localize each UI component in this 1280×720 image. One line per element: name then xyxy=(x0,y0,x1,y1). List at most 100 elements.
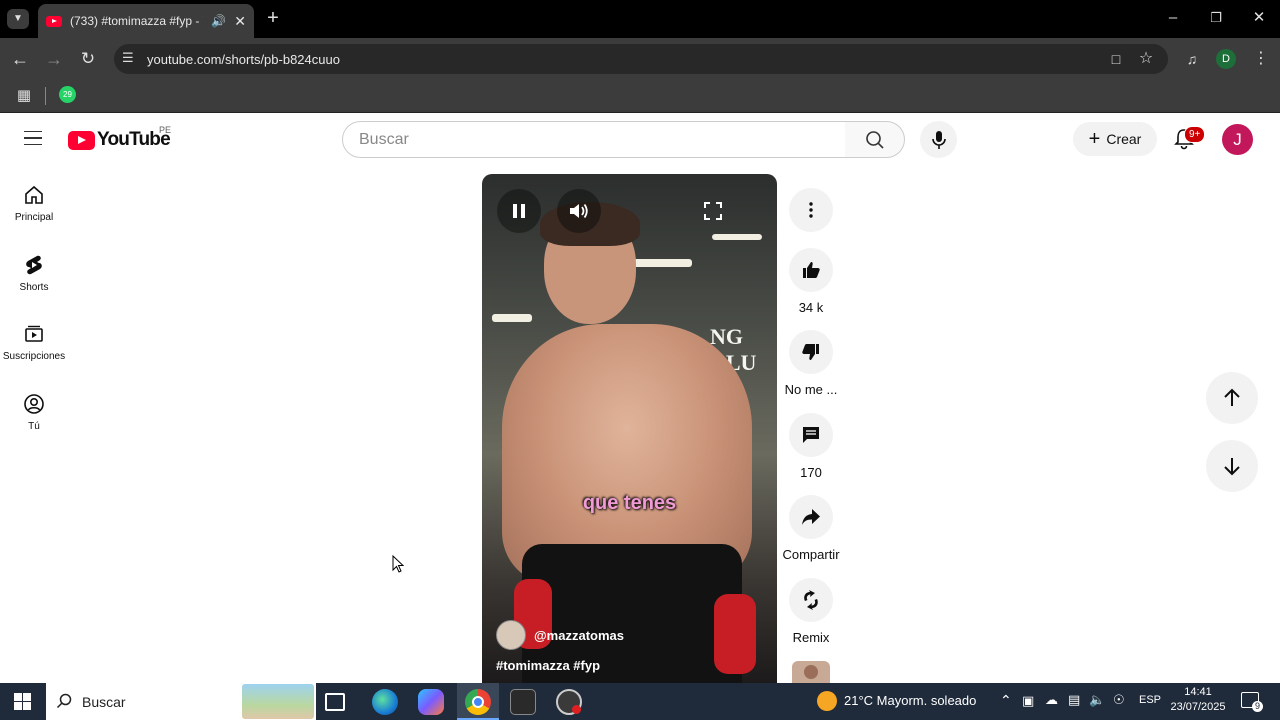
remix-action[interactable]: Remix xyxy=(781,578,841,645)
minimize-icon[interactable]: – xyxy=(1162,8,1184,28)
fullscreen-button[interactable] xyxy=(691,189,735,233)
sidebar-item-you[interactable]: Tú xyxy=(0,393,68,455)
youtube-favicon-icon xyxy=(46,15,62,27)
more-vertical-icon xyxy=(809,202,813,218)
mouse-cursor-icon xyxy=(392,555,404,573)
comments-action[interactable]: 170 xyxy=(781,413,841,480)
home-icon xyxy=(25,185,43,204)
shorts-video-player[interactable]: NG CLU que tenes @mazzatomas #tomimazza … xyxy=(482,174,777,684)
site-info-icon[interactable]: ☰ xyxy=(122,50,134,66)
share-icon xyxy=(802,509,820,525)
microphone-icon xyxy=(931,130,946,149)
location-icon[interactable]: ☉ xyxy=(1113,692,1125,708)
like-action[interactable]: 34 k xyxy=(781,248,841,315)
copilot-icon[interactable] xyxy=(418,689,444,715)
remix-button[interactable] xyxy=(789,578,833,622)
tray-chevron-icon[interactable]: ⌃ xyxy=(1000,692,1012,709)
sidebar-item-subscriptions[interactable]: Suscripciones xyxy=(0,323,68,385)
like-count: 34 k xyxy=(798,300,824,315)
weather-icon xyxy=(817,691,837,711)
remix-icon xyxy=(804,590,818,610)
edge-browser-icon[interactable] xyxy=(372,689,398,715)
chrome-icon[interactable] xyxy=(465,689,491,715)
install-app-icon[interactable]: □ xyxy=(1105,49,1127,69)
browser-toolbar: ← → ↻ ☰ youtube.com/shorts/pb-b824cuuo □… xyxy=(0,38,1280,80)
channel-link[interactable]: @mazzatomas xyxy=(496,620,624,650)
pause-button[interactable] xyxy=(497,189,541,233)
more-options[interactable] xyxy=(781,188,841,232)
tab-search-icon[interactable]: ▼ xyxy=(7,9,29,29)
pause-icon xyxy=(513,204,525,218)
channel-handle[interactable]: @mazzatomas xyxy=(534,628,624,643)
new-tab-icon[interactable]: + xyxy=(262,8,284,28)
input-language[interactable]: ESP xyxy=(1139,694,1161,706)
task-view-icon[interactable] xyxy=(325,693,345,711)
address-bar[interactable]: ☰ youtube.com/shorts/pb-b824cuuo xyxy=(114,44,1168,74)
search-button[interactable] xyxy=(845,121,905,158)
volume-button[interactable] xyxy=(557,189,601,233)
search-input[interactable] xyxy=(342,121,846,158)
share-button[interactable] xyxy=(789,495,833,539)
browser-tab-active[interactable]: (733) #tomimazza #fyp - YouTube 🔊 ✕ xyxy=(38,4,254,38)
sidebar-item-home[interactable]: Principal xyxy=(0,184,68,246)
account-avatar[interactable]: J xyxy=(1222,124,1253,155)
create-button[interactable]: + Crear xyxy=(1073,122,1157,156)
forward-icon[interactable]: → xyxy=(43,49,65,69)
tab-close-icon[interactable]: ✕ xyxy=(234,13,246,30)
browser-tabstrip: ▼ (733) #tomimazza #fyp - YouTube 🔊 ✕ + … xyxy=(0,0,1280,38)
video-caption: que tenes xyxy=(582,492,677,514)
youtube-header: YouTube PE + Crear J xyxy=(0,113,1280,169)
previous-short-button[interactable] xyxy=(1206,372,1258,424)
bookmark-star-icon[interactable]: ☆ xyxy=(1135,49,1157,69)
dislike-label: No me ... xyxy=(784,382,838,397)
network-icon[interactable]: ▤ xyxy=(1068,692,1080,708)
channel-avatar[interactable] xyxy=(496,620,526,650)
browser-menu-icon[interactable]: ⋮ xyxy=(1250,49,1272,69)
back-icon[interactable]: ← xyxy=(9,49,31,69)
ceiling-light xyxy=(632,259,692,267)
hamburger-menu-icon[interactable] xyxy=(24,131,42,145)
volume-tray-icon[interactable]: 🔈 xyxy=(1089,692,1105,708)
next-short-button[interactable] xyxy=(1206,440,1258,492)
media-controls-icon[interactable]: ♫ xyxy=(1181,49,1203,69)
apps-grid-icon[interactable]: ▦ xyxy=(13,86,35,106)
tab-title: (733) #tomimazza #fyp - YouTube xyxy=(70,14,203,28)
like-button[interactable] xyxy=(789,248,833,292)
more-options-button[interactable] xyxy=(789,188,833,232)
whatsapp-bookmark-icon[interactable]: 29 xyxy=(59,86,76,103)
dislike-action[interactable]: No me ... xyxy=(781,330,841,397)
sidebar-item-label: Tú xyxy=(28,421,40,432)
reload-icon[interactable]: ↻ xyxy=(77,49,99,69)
voice-search-button[interactable] xyxy=(920,121,957,158)
comments-button[interactable] xyxy=(789,413,833,457)
arrow-up-icon xyxy=(1224,388,1240,406)
create-label: Crear xyxy=(1106,131,1142,147)
youtube-logo[interactable]: YouTube PE xyxy=(68,125,171,151)
windows-taskbar: Buscar 21°C Mayorm. soleado ⌃ ▣ ☁ ▤ 🔈 ☉ … xyxy=(0,683,1280,720)
share-action[interactable]: Compartir xyxy=(781,495,841,562)
thumbs-up-icon xyxy=(803,262,820,278)
comments-count: 170 xyxy=(800,465,822,480)
clock-time: 14:41 xyxy=(1184,686,1212,698)
tab-audio-icon[interactable]: 🔊 xyxy=(211,14,226,28)
dislike-button[interactable] xyxy=(789,330,833,374)
url-text: youtube.com/shorts/pb-b824cuuo xyxy=(147,51,340,67)
video-hashtags[interactable]: #tomimazza #fyp xyxy=(496,658,600,673)
sound-thumbnail[interactable] xyxy=(792,661,830,683)
taskbar-search[interactable]: Buscar xyxy=(46,683,316,720)
windows-start-icon[interactable] xyxy=(14,693,31,710)
thumbs-down-icon xyxy=(802,344,819,360)
close-window-icon[interactable]: ✕ xyxy=(1248,8,1270,28)
obs-recorder-icon[interactable] xyxy=(556,689,582,715)
capture-app-icon[interactable] xyxy=(510,689,536,715)
restore-icon[interactable]: ❐ xyxy=(1205,8,1227,28)
clock[interactable]: 14:41 23/07/2025 xyxy=(1168,685,1228,715)
search-highlight-image xyxy=(242,684,314,719)
profile-avatar[interactable]: D xyxy=(1216,49,1236,69)
youtube-play-icon xyxy=(68,130,95,150)
sidebar-item-shorts[interactable]: Shorts xyxy=(0,254,68,316)
tray-cloud-icon[interactable]: ☁ xyxy=(1045,692,1058,708)
tray-app-icon[interactable]: ▣ xyxy=(1022,693,1034,709)
sidebar-item-label: Principal xyxy=(14,212,54,223)
weather-text[interactable]: 21°C Mayorm. soleado xyxy=(844,693,976,708)
